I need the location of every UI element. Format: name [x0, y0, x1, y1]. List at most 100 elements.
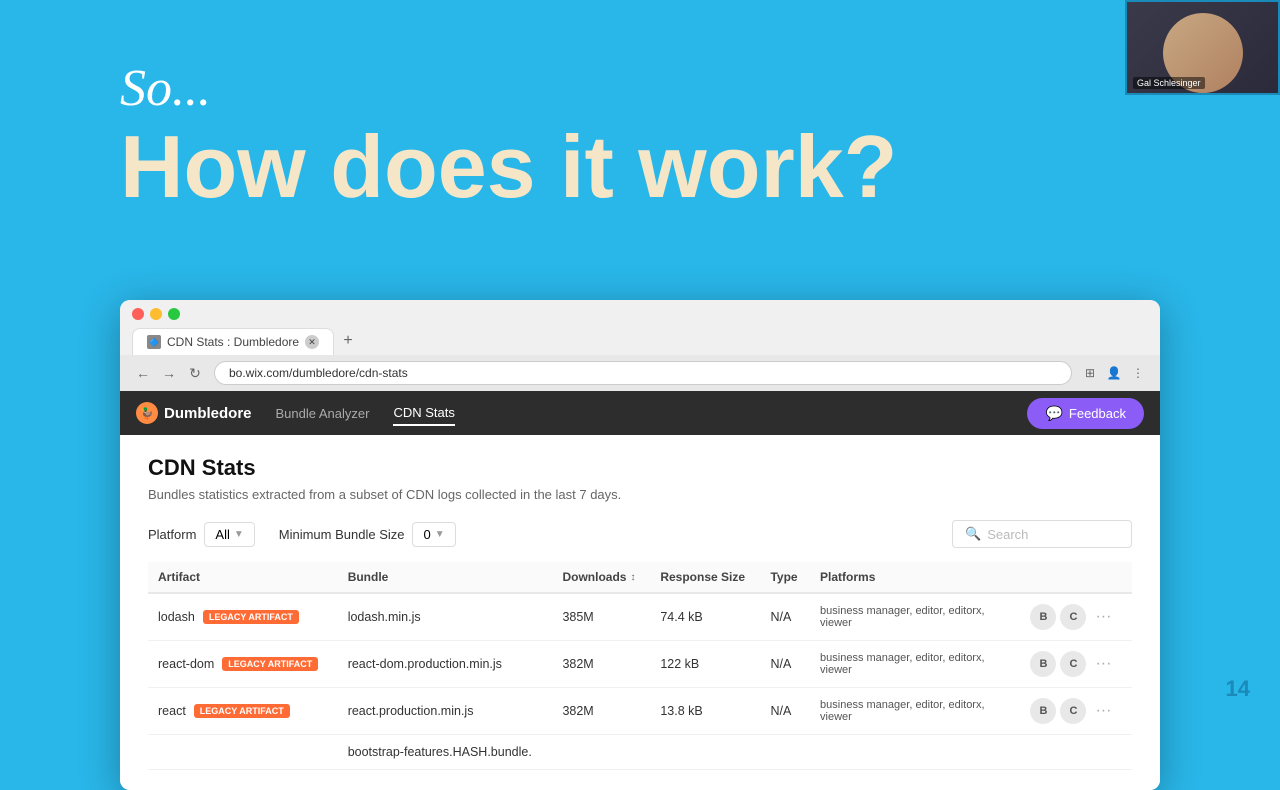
search-icon: 🔍 [965, 526, 981, 542]
traffic-green[interactable] [168, 308, 180, 320]
sort-icon: ↕ [630, 572, 635, 583]
cell-response-size: 74.4 kB [650, 593, 760, 641]
profile-icon[interactable]: 👤 [1104, 363, 1124, 383]
platform-icon-0[interactable]: B [1030, 698, 1056, 724]
artifact-cell: react LEGACY ARTIFACT [158, 704, 328, 718]
slide-text-area: So... How does it work? [120, 60, 1120, 214]
table-header-row: Artifact Bundle Downloads ↕ Response Siz… [148, 562, 1132, 593]
cell-response-size: 122 kB [650, 641, 760, 688]
feedback-label: Feedback [1069, 406, 1126, 421]
search-placeholder: Search [987, 527, 1028, 542]
browser-tabs: 🔷 CDN Stats : Dumbledore ✕ + [132, 328, 1148, 355]
cell-type: N/A [760, 688, 810, 735]
platform-icon-1[interactable]: C [1060, 651, 1086, 677]
browser-window: 🔷 CDN Stats : Dumbledore ✕ + ← → ↻ bo.wi… [120, 300, 1160, 790]
cell-response-size: 13.8 kB [650, 688, 760, 735]
platform-chevron: ▼ [234, 529, 244, 540]
platform-icon-1[interactable]: C [1060, 698, 1086, 724]
platform-label: Platform [148, 527, 196, 542]
menu-icon[interactable]: ⋮ [1128, 363, 1148, 383]
platform-icon-0[interactable]: B [1030, 651, 1056, 677]
cell-bundle: bootstrap-features.HASH.bundle. [338, 735, 553, 770]
platform-icons: BC ··· [1030, 604, 1122, 630]
artifact-name: react-dom [158, 657, 214, 671]
artifact-badge: LEGACY ARTIFACT [222, 657, 318, 671]
more-actions-button[interactable]: ··· [1090, 604, 1116, 630]
artifact-name: lodash [158, 610, 195, 624]
col-response-size: Response Size [650, 562, 760, 593]
col-actions [1020, 562, 1132, 593]
extensions-icon[interactable]: ⊞ [1080, 363, 1100, 383]
col-type: Type [760, 562, 810, 593]
col-platforms: Platforms [810, 562, 1020, 593]
bundle-size-chevron: ▼ [435, 529, 445, 540]
video-inner: Gal Schlesinger [1127, 2, 1278, 93]
cell-platforms: business manager, editor, editorx, viewe… [810, 641, 1020, 688]
forward-button[interactable]: → [158, 362, 180, 384]
new-tab-button[interactable]: + [336, 329, 360, 353]
col-bundle: Bundle [338, 562, 553, 593]
nav-buttons: ← → ↻ [132, 362, 206, 384]
tab-close-button[interactable]: ✕ [305, 335, 319, 349]
traffic-lights [132, 308, 1148, 320]
platform-icon-1[interactable]: C [1060, 604, 1086, 630]
nav-bundle-analyzer[interactable]: Bundle Analyzer [276, 402, 370, 425]
cell-bundle: lodash.min.js [338, 593, 553, 641]
more-actions-button[interactable]: ··· [1090, 651, 1116, 677]
cell-type: N/A [760, 593, 810, 641]
cell-downloads: 382M [552, 688, 650, 735]
col-artifact: Artifact [148, 562, 338, 593]
page-title: CDN Stats [148, 455, 1132, 481]
bundle-size-filter: Minimum Bundle Size 0 ▼ [279, 522, 456, 547]
cell-platforms: business manager, editor, editorx, viewe… [810, 593, 1020, 641]
cell-actions: BC ··· [1020, 641, 1132, 688]
platform-select[interactable]: All ▼ [204, 522, 254, 547]
cell-actions: BC ··· [1020, 688, 1132, 735]
url-text: bo.wix.com/dumbledore/cdn-stats [229, 366, 408, 380]
cell-type: N/A [760, 641, 810, 688]
cell-response-size [650, 735, 760, 770]
search-box[interactable]: 🔍 Search [952, 520, 1132, 548]
cell-artifact [148, 735, 338, 770]
feedback-icon: 💬 [1045, 405, 1062, 422]
bundle-size-label: Minimum Bundle Size [279, 527, 405, 542]
cell-type [760, 735, 810, 770]
table-row: lodash LEGACY ARTIFACT lodash.min.js385M… [148, 593, 1132, 641]
artifact-badge: LEGACY ARTIFACT [194, 704, 290, 718]
cell-downloads [552, 735, 650, 770]
cell-bundle: react-dom.production.min.js [338, 641, 553, 688]
tab-favicon: 🔷 [147, 335, 161, 349]
cell-actions [1020, 735, 1132, 770]
feedback-button[interactable]: 💬 Feedback [1027, 398, 1144, 429]
traffic-yellow[interactable] [150, 308, 162, 320]
active-tab[interactable]: 🔷 CDN Stats : Dumbledore ✕ [132, 328, 334, 355]
more-actions-button[interactable]: ··· [1090, 698, 1116, 724]
platform-filter: Platform All ▼ [148, 522, 255, 547]
data-table: Artifact Bundle Downloads ↕ Response Siz… [148, 562, 1132, 770]
address-bar: ← → ↻ bo.wix.com/dumbledore/cdn-stats ⊞ … [120, 355, 1160, 391]
col-downloads[interactable]: Downloads ↕ [552, 562, 650, 593]
cell-artifact: lodash LEGACY ARTIFACT [148, 593, 338, 641]
artifact-cell: lodash LEGACY ARTIFACT [158, 610, 328, 624]
url-bar[interactable]: bo.wix.com/dumbledore/cdn-stats [214, 361, 1072, 385]
filters-row: Platform All ▼ Minimum Bundle Size 0 ▼ 🔍… [148, 520, 1132, 548]
table-row: react LEGACY ARTIFACT react.production.m… [148, 688, 1132, 735]
refresh-button[interactable]: ↻ [184, 362, 206, 384]
traffic-red[interactable] [132, 308, 144, 320]
app-name: Dumbledore [164, 405, 252, 422]
cell-artifact: react-dom LEGACY ARTIFACT [148, 641, 338, 688]
slide-so: So... [120, 60, 1120, 117]
cell-downloads: 382M [552, 641, 650, 688]
col-downloads-label: Downloads [562, 570, 626, 584]
slide-number: 14 [1226, 676, 1250, 702]
artifact-name: react [158, 704, 186, 718]
platform-value: All [215, 527, 229, 542]
nav-cdn-stats[interactable]: CDN Stats [393, 401, 454, 426]
cell-actions: BC ··· [1020, 593, 1132, 641]
table-row: react-dom LEGACY ARTIFACT react-dom.prod… [148, 641, 1132, 688]
artifact-badge: LEGACY ARTIFACT [203, 610, 299, 624]
bundle-size-select[interactable]: 0 ▼ [412, 522, 455, 547]
bundle-size-value: 0 [423, 527, 430, 542]
back-button[interactable]: ← [132, 362, 154, 384]
platform-icon-0[interactable]: B [1030, 604, 1056, 630]
